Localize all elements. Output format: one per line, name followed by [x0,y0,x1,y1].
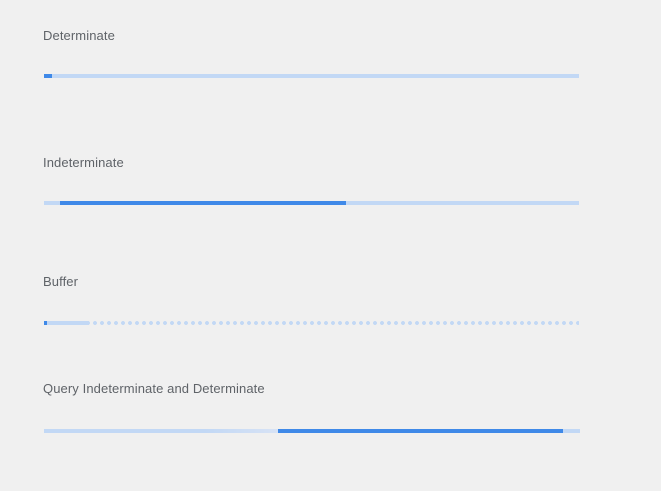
indeterminate-progress-bar [60,201,347,205]
query-label: Query Indeterminate and Determinate [43,381,265,396]
buffer-progress [44,320,579,326]
buffer-dots [44,321,579,325]
query-progress-track [44,429,580,433]
buffer-label: Buffer [43,274,79,289]
query-progress-bar [278,429,563,433]
buffer-bar [44,321,90,325]
determinate-label: Determinate [43,28,115,43]
indeterminate-label: Indeterminate [43,155,124,170]
determinate-progress-track [44,74,579,78]
determinate-progress-fill [44,74,53,78]
indeterminate-progress-track [44,201,579,205]
buffer-progress-fill [44,321,48,325]
